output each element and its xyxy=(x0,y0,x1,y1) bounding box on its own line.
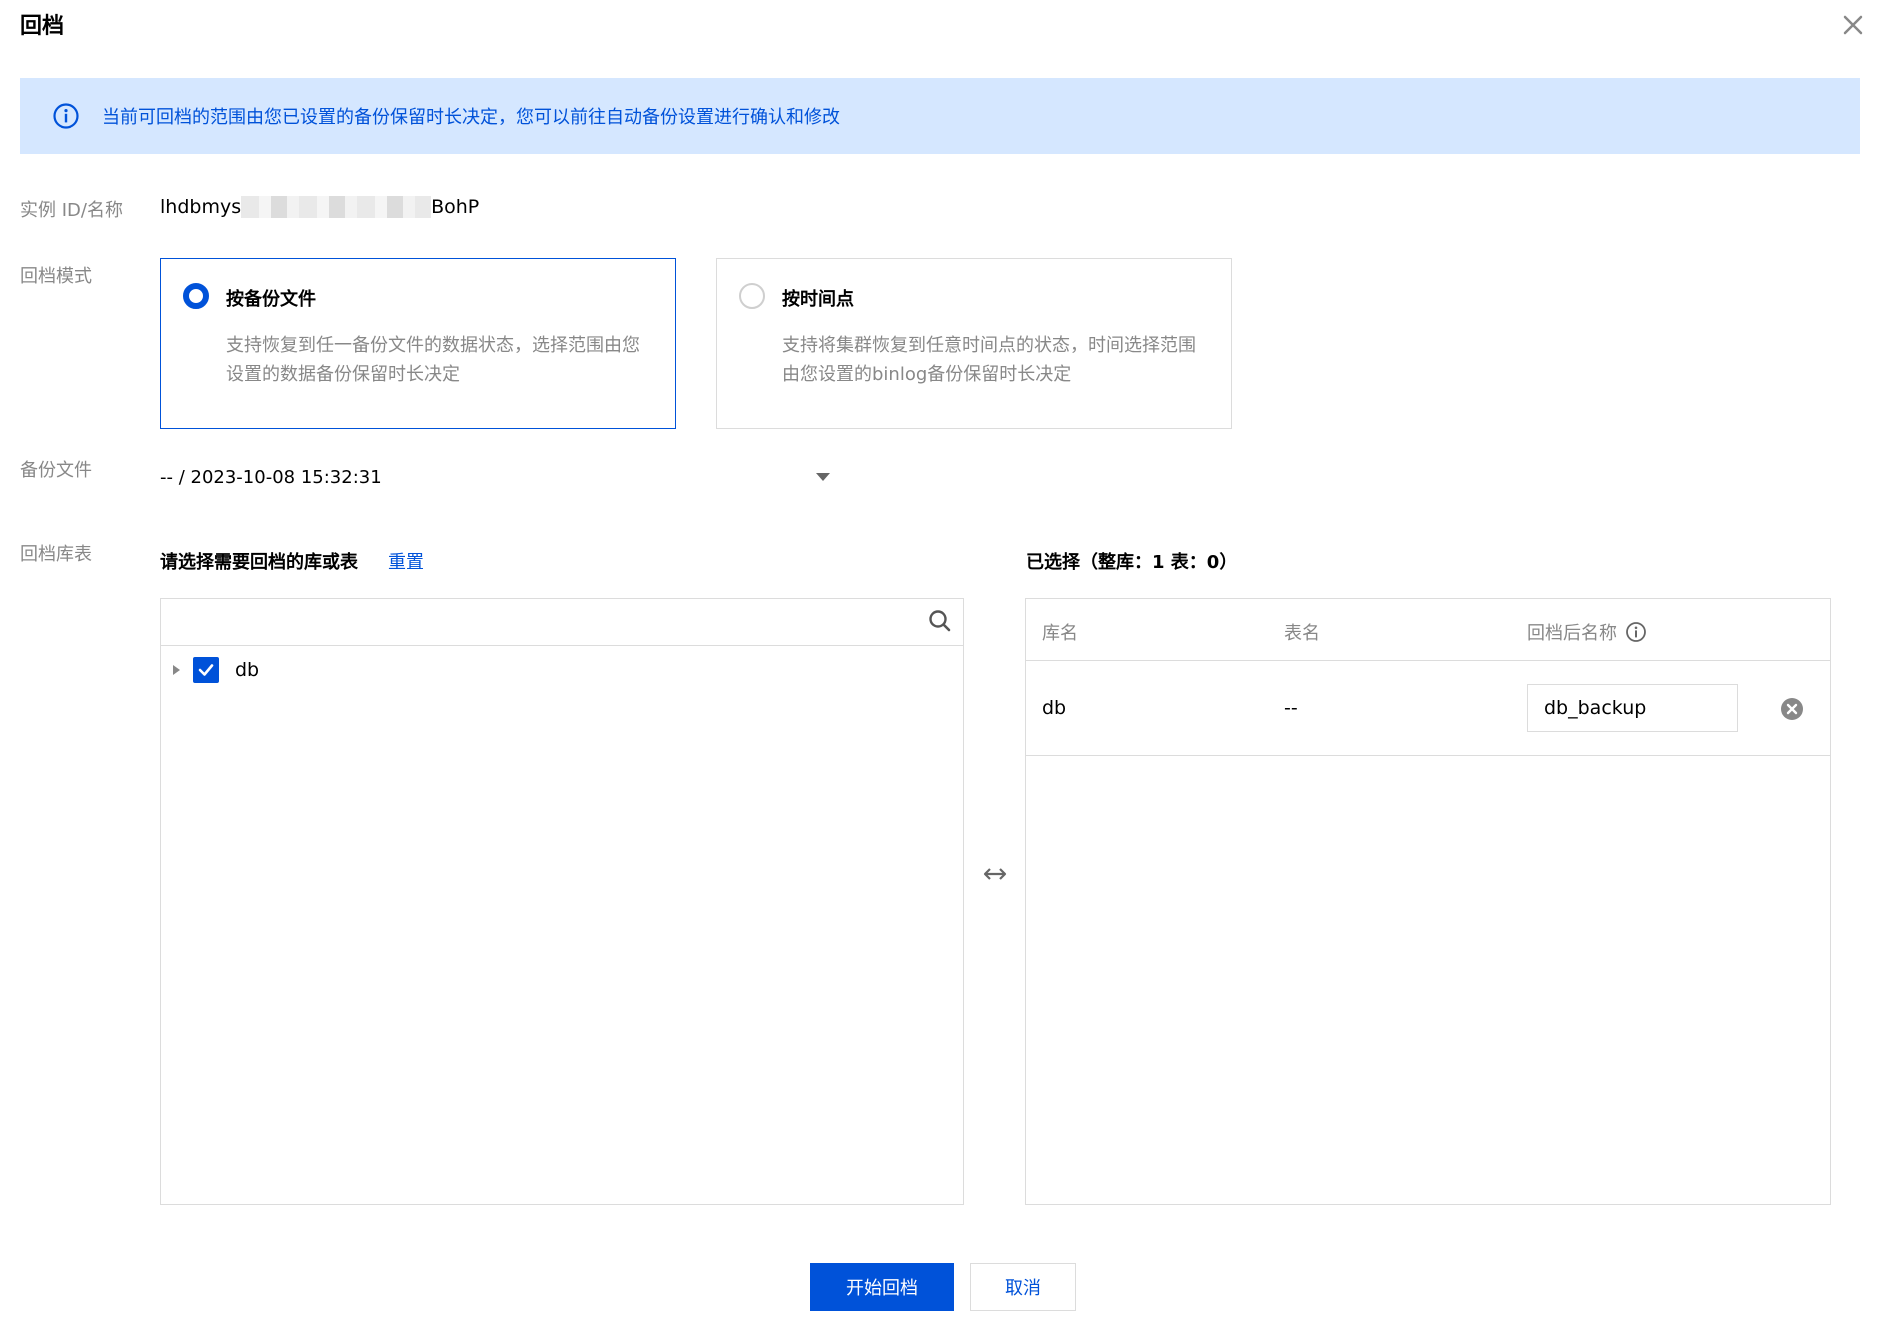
source-heading: 请选择需要回档的库或表 xyxy=(160,552,358,573)
info-icon xyxy=(53,103,79,129)
instance-id: lhdbmys BohP xyxy=(160,196,479,218)
mode-label: 回档模式 xyxy=(20,266,92,287)
close-icon[interactable] xyxy=(1838,10,1868,40)
search-bar xyxy=(161,599,963,646)
backup-file-label: 备份文件 xyxy=(20,460,92,481)
tree-node[interactable]: db xyxy=(169,655,259,685)
selected-panel: 库名 表名 回档后名称 db -- xyxy=(1025,598,1831,1205)
mode-card-point-in-time[interactable]: 按时间点 支持将集群恢复到任意时间点的状态，时间选择范围由您设置的binlog备… xyxy=(716,258,1232,429)
start-rollback-button[interactable]: 开始回档 xyxy=(810,1263,954,1311)
caret-right-icon[interactable] xyxy=(169,663,183,677)
rename-input[interactable] xyxy=(1527,684,1738,732)
column-table-name: 表名 xyxy=(1284,623,1320,644)
search-input[interactable] xyxy=(161,599,921,645)
mode-title: 按时间点 xyxy=(782,289,854,310)
remove-circle-icon[interactable] xyxy=(1780,697,1804,721)
instance-label: 实例 ID/名称 xyxy=(20,200,123,221)
source-panel: db xyxy=(160,598,964,1205)
info-circle-icon[interactable] xyxy=(1625,621,1647,643)
instance-id-prefix: lhdbmys xyxy=(160,196,242,218)
select-value: -- / 2023-10-08 15:32:31 xyxy=(160,466,382,488)
check-icon xyxy=(198,664,214,676)
table-row: db -- xyxy=(1026,661,1830,756)
mode-card-backup-file[interactable]: 按备份文件 支持恢复到任一备份文件的数据状态，选择范围由您设置的数据备份保留时长… xyxy=(160,258,676,429)
selected-heading: 已选择（整库：1 表：0） xyxy=(1026,552,1238,573)
mode-description: 支持将集群恢复到任意时间点的状态，时间选择范围由您设置的binlog备份保留时长… xyxy=(782,335,1196,385)
mode-title: 按备份文件 xyxy=(226,289,316,310)
transfer-icon xyxy=(983,868,1007,880)
radio-unselected[interactable] xyxy=(739,283,765,309)
mode-description: 支持恢复到任一备份文件的数据状态，选择范围由您设置的数据备份保留时长决定 xyxy=(226,335,640,385)
column-db-name: 库名 xyxy=(1042,623,1078,644)
instance-id-suffix: BohP xyxy=(431,196,480,218)
dialog-title: 回档 xyxy=(20,14,65,39)
backup-file-select[interactable]: -- / 2023-10-08 15:32:31 xyxy=(160,460,830,494)
column-rename: 回档后名称 xyxy=(1527,619,1647,645)
notice-text: 当前可回档的范围由您已设置的备份保留时长决定，您可以前往自动备份设置进行确认和修… xyxy=(102,107,840,128)
redacted-mask xyxy=(241,196,432,218)
cancel-button[interactable]: 取消 xyxy=(970,1263,1076,1311)
reset-link[interactable]: 重置 xyxy=(388,548,424,574)
info-notice: 当前可回档的范围由您已设置的备份保留时长决定，您可以前往自动备份设置进行确认和修… xyxy=(20,78,1860,154)
tables-label: 回档库表 xyxy=(20,544,92,565)
chevron-down-icon xyxy=(816,472,830,481)
tree-checkbox[interactable] xyxy=(193,657,219,683)
tree-node-label: db xyxy=(235,659,260,681)
search-icon[interactable] xyxy=(927,608,953,634)
cell-db-name: db xyxy=(1042,697,1067,719)
table-header: 库名 表名 回档后名称 xyxy=(1026,599,1830,661)
column-rename-label: 回档后名称 xyxy=(1527,623,1617,644)
radio-selected[interactable] xyxy=(183,283,209,309)
cell-table-name: -- xyxy=(1284,697,1298,719)
